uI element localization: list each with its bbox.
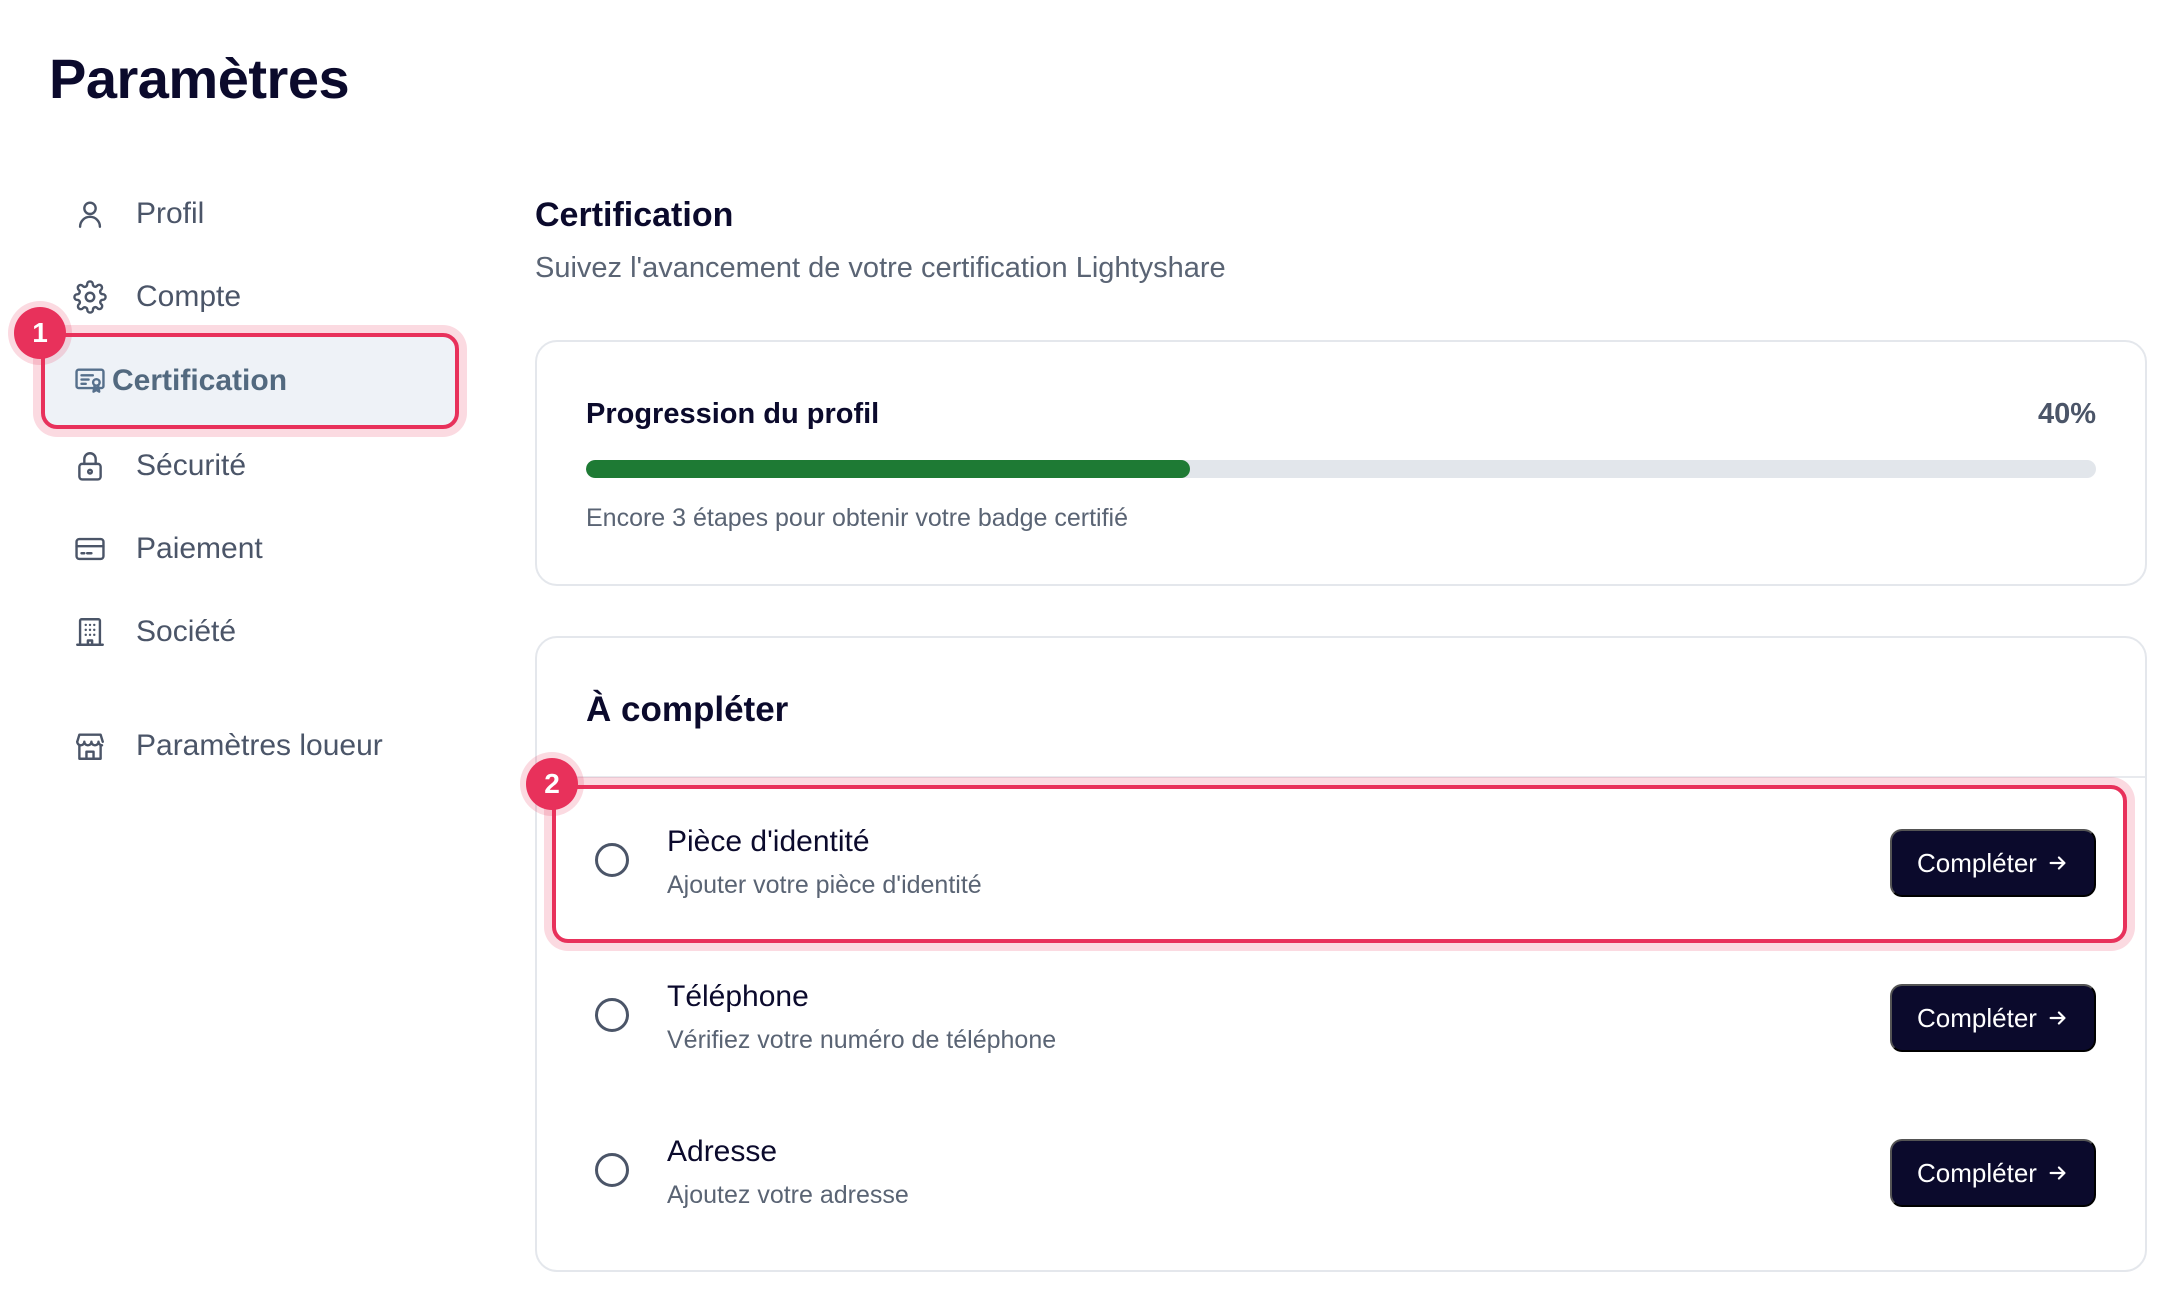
task-subtitle: Ajoutez votre adresse [667, 1181, 909, 1209]
sidebar-item-label: Sécurité [136, 449, 247, 482]
store-icon [72, 728, 108, 764]
sidebar-item-societe[interactable]: Société [72, 602, 452, 662]
building-icon [72, 614, 108, 650]
sidebar-item-paiement[interactable]: Paiement [72, 519, 452, 579]
sidebar-item-profil[interactable]: Profil [72, 184, 452, 244]
settings-page: Paramètres Profil Compte Certification S… [0, 0, 2168, 1304]
todo-title: À compléter [586, 690, 789, 729]
button-label: Compléter [1917, 1157, 2037, 1188]
task-subtitle: Vérifiez votre numéro de téléphone [667, 1026, 1057, 1054]
credit-card-icon [72, 531, 108, 567]
sidebar-item-label: Profil [136, 197, 205, 230]
profile-progress-card: Progression du profil 40% Encore 3 étape… [535, 340, 2147, 586]
sidebar-item-label: Certification [112, 364, 288, 397]
sidebar-item-certification[interactable]: Certification [72, 351, 452, 411]
sidebar-item-label: Compte [136, 280, 242, 313]
progress-bar-fill [586, 460, 1190, 478]
task-subtitle: Ajouter votre pièce d'identité [667, 871, 982, 899]
sidebar-item-compte[interactable]: Compte [72, 267, 452, 327]
sidebar-item-securite[interactable]: Sécurité [72, 436, 452, 496]
lock-icon [72, 448, 108, 484]
user-icon [72, 196, 108, 232]
button-label: Compléter [1917, 1002, 2037, 1033]
sidebar-item-label: Société [136, 615, 237, 648]
gear-icon [72, 279, 108, 315]
button-label: Compléter [1917, 847, 2037, 878]
todo-card: À compléter Pièce d'identité Ajouter vot… [535, 636, 2147, 1272]
arrow-right-icon [2049, 1166, 2066, 1180]
task-title: Téléphone [667, 980, 809, 1013]
progress-label: Progression du profil [586, 398, 880, 430]
settings-sidebar: Profil Compte Certification Sécurité Pai… [0, 0, 480, 1304]
sidebar-item-label: Paramètres loueur [136, 729, 383, 762]
annotation-marker-1: 1 [14, 307, 66, 359]
task-status-radio[interactable] [595, 998, 629, 1032]
sidebar-item-label: Paiement [136, 532, 263, 565]
task-status-radio[interactable] [595, 843, 629, 877]
task-status-radio[interactable] [595, 1153, 629, 1187]
task-adresse: Adresse Ajoutez votre adresse Compléter [537, 1093, 2145, 1243]
task-title: Adresse [667, 1135, 778, 1168]
section-subtitle: Suivez l'avancement de votre certificati… [535, 252, 1226, 284]
task-telephone: Téléphone Vérifiez votre numéro de télép… [537, 938, 2145, 1088]
progress-bar [586, 460, 2096, 478]
task-piece-identite: Pièce d'identité Ajouter votre pièce d'i… [537, 783, 2145, 933]
progress-percent: 40% [2037, 398, 2096, 430]
progress-hint: Encore 3 étapes pour obtenir votre badge… [586, 504, 1129, 532]
section-title: Certification [535, 196, 734, 234]
complete-phone-button[interactable]: Compléter [1890, 984, 2096, 1052]
annotation-marker-2: 2 [526, 758, 578, 810]
complete-address-button[interactable]: Compléter [1890, 1139, 2096, 1207]
sidebar-item-parametres-loueur[interactable]: Paramètres loueur [72, 716, 452, 776]
arrow-right-icon [2049, 1011, 2066, 1025]
divider [537, 776, 2145, 778]
arrow-right-icon [2049, 856, 2066, 870]
complete-identity-button[interactable]: Compléter [1890, 829, 2096, 897]
task-title: Pièce d'identité [667, 825, 870, 858]
certificate-icon [72, 363, 108, 399]
